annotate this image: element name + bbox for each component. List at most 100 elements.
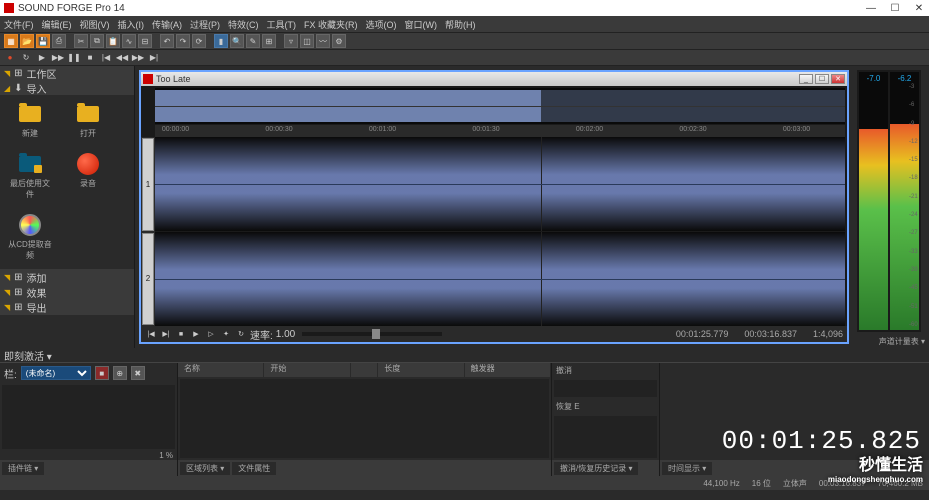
repeat-button[interactable]: ⟳	[192, 34, 206, 48]
envelope-button[interactable]: 〰	[316, 34, 330, 48]
file-props-tab[interactable]: 文件属性	[232, 462, 276, 475]
effects-header[interactable]: ◥⊞效果	[0, 285, 134, 299]
mini-tool-button[interactable]: ✦	[220, 328, 232, 340]
stop-button[interactable]: ■	[84, 52, 96, 64]
field-select[interactable]: (未命名)	[21, 366, 91, 380]
save-button[interactable]: 💾	[36, 34, 50, 48]
trim-button[interactable]: ⊟	[138, 34, 152, 48]
menu-tools[interactable]: 工具(T)	[267, 18, 297, 31]
save-as-button[interactable]: ⎙	[52, 34, 66, 48]
rate-slider[interactable]	[302, 332, 442, 336]
open-file-button[interactable]: 📂	[20, 34, 34, 48]
region-button[interactable]: ◫	[300, 34, 314, 48]
playhead[interactable]	[541, 232, 542, 326]
col-start[interactable]: 开始	[264, 363, 350, 377]
pause-button[interactable]: ❚❚	[68, 52, 80, 64]
fast-activate-header[interactable]: 即刻激活 ▾	[0, 348, 929, 362]
menu-transport[interactable]: 传输(A)	[152, 18, 182, 31]
chevron-right-icon: ◥	[4, 69, 10, 78]
add-header[interactable]: ◥⊞添加	[0, 270, 134, 284]
mini-go-start-button[interactable]: |◀	[145, 328, 157, 340]
redo-header[interactable]: 恢复 E	[552, 399, 659, 414]
go-start-button[interactable]: |◀	[100, 52, 112, 64]
play-all-button[interactable]: ▶▶	[52, 52, 64, 64]
chain-remove-button[interactable]: ✖	[131, 366, 145, 380]
wave-min-button[interactable]: _	[799, 74, 813, 84]
overview-bar[interactable]	[155, 88, 845, 124]
chain-add-button[interactable]: ■	[95, 366, 109, 380]
time-display-tab[interactable]: 时间显示 ▾	[662, 462, 712, 475]
new-project-button[interactable]: 新建	[8, 103, 52, 139]
minimize-button[interactable]: —	[865, 3, 877, 14]
wave-close-button[interactable]: ✕	[831, 74, 845, 84]
rewind-button[interactable]: ◀◀	[116, 52, 128, 64]
mix-button[interactable]: ∿	[122, 34, 136, 48]
import-header[interactable]: ◢⬇导入	[0, 81, 134, 95]
menu-fx-fav[interactable]: FX 收藏夹(R)	[304, 18, 358, 31]
waveform-ch2[interactable]	[155, 232, 845, 326]
select-tool-button[interactable]: ▮	[214, 34, 228, 48]
plugin-chain-tab[interactable]: 插件链 ▾	[2, 462, 44, 475]
meters-title[interactable]: 声道计量表 ▾	[855, 334, 929, 348]
channel-1-label[interactable]: 1	[142, 138, 154, 231]
redo-list[interactable]	[554, 416, 657, 458]
undo-button[interactable]: ↶	[160, 34, 174, 48]
menu-options[interactable]: 选项(O)	[366, 18, 397, 31]
chain-insert-button[interactable]: ⊕	[113, 366, 127, 380]
menu-edit[interactable]: 编辑(E)	[42, 18, 72, 31]
region-list-area[interactable]	[180, 379, 549, 458]
menu-effects[interactable]: 特效(C)	[228, 18, 259, 31]
copy-button[interactable]: ⧉	[90, 34, 104, 48]
time-ruler[interactable]: 00:00:00 00:00:30 00:01:00 00:01:30 00:0…	[155, 125, 845, 137]
chevron-right-icon: ◥	[4, 303, 10, 312]
pencil-tool-button[interactable]: ✎	[246, 34, 260, 48]
paste-button[interactable]: 📋	[106, 34, 120, 48]
forward-button[interactable]: ▶▶	[132, 52, 144, 64]
plugin-chain-area[interactable]	[2, 385, 175, 449]
col-name[interactable]: 名称	[178, 363, 264, 377]
plus-icon: ⊞	[14, 272, 22, 283]
cut-button[interactable]: ✂	[74, 34, 88, 48]
play-button[interactable]: ▶	[36, 52, 48, 64]
wave-status-bar: |◀ ▶| ■ ▶ ▷ ✦ ↻ 速率: 1.00 00:01:25.779 00…	[141, 326, 847, 342]
channel-2-label[interactable]: 2	[142, 233, 154, 326]
magnify-tool-button[interactable]: 🔍	[230, 34, 244, 48]
loop-button[interactable]: ↻	[20, 52, 32, 64]
region-list-tab[interactable]: 区域列表 ▾	[180, 462, 230, 475]
mini-scrub-button[interactable]: ▷	[205, 328, 217, 340]
event-tool-button[interactable]: ⊞	[262, 34, 276, 48]
mini-play-button[interactable]: ▶	[190, 328, 202, 340]
undo-history-tab[interactable]: 撤消/恢复历史记录 ▾	[554, 462, 638, 475]
wave-title-bar[interactable]: Too Late _ ☐ ✕	[141, 72, 847, 86]
record-button[interactable]: ●	[4, 52, 16, 64]
maximize-button[interactable]: ☐	[889, 3, 901, 14]
redo-button[interactable]: ↷	[176, 34, 190, 48]
new-file-button[interactable]: ▦	[4, 34, 18, 48]
close-button[interactable]: ✕	[913, 3, 925, 14]
menu-window[interactable]: 窗口(W)	[405, 18, 438, 31]
export-header[interactable]: ◥⊞导出	[0, 300, 134, 314]
go-end-button[interactable]: ▶|	[148, 52, 160, 64]
wave-max-button[interactable]: ☐	[815, 74, 829, 84]
workspace-header[interactable]: ◥⊞工作区	[0, 66, 134, 80]
undo-header[interactable]: 撤消	[552, 363, 659, 378]
mini-stop-button[interactable]: ■	[175, 328, 187, 340]
waveform-ch1[interactable]	[155, 137, 845, 231]
col-length[interactable]: 长度	[378, 363, 464, 377]
playhead[interactable]	[541, 137, 542, 231]
recent-files-button[interactable]: 最后使用文件	[8, 153, 52, 200]
col-trigger[interactable]: 触发器	[465, 363, 551, 377]
undo-list[interactable]	[554, 380, 657, 397]
menu-view[interactable]: 视图(V)	[80, 18, 110, 31]
extract-cd-button[interactable]: 从CD提取音频	[8, 214, 52, 261]
record-audio-button[interactable]: 录音	[66, 153, 110, 200]
mini-loop-button[interactable]: ↻	[235, 328, 247, 340]
menu-process[interactable]: 过程(P)	[190, 18, 220, 31]
menu-help[interactable]: 帮助(H)	[445, 18, 476, 31]
misc-button[interactable]: ⚙	[332, 34, 346, 48]
mini-go-end-button[interactable]: ▶|	[160, 328, 172, 340]
menu-file[interactable]: 文件(F)	[4, 18, 34, 31]
menu-insert[interactable]: 插入(I)	[118, 18, 145, 31]
marker-button[interactable]: ▿	[284, 34, 298, 48]
open-project-button[interactable]: 打开	[66, 103, 110, 139]
